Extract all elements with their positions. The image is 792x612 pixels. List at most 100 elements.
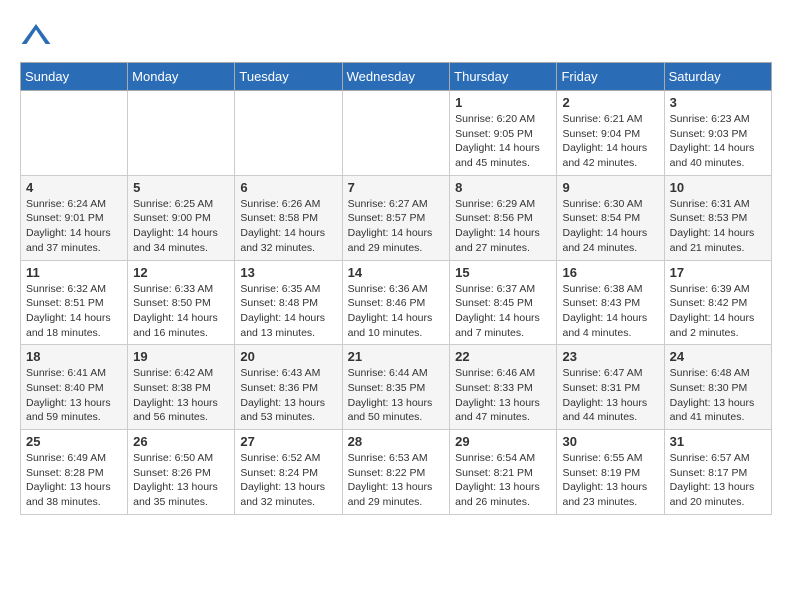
header-sunday: Sunday	[21, 63, 128, 91]
day-cell: 23Sunrise: 6:47 AM Sunset: 8:31 PM Dayli…	[557, 345, 664, 430]
day-cell: 31 Sunrise: 6:57 AM Sunset: 8:17 PM Dayli…	[664, 430, 771, 515]
day-cell: 26 Sunrise: 6:50 AM Sunset: 8:26 PM Dayli…	[128, 430, 235, 515]
day-number: 3	[670, 95, 766, 110]
day-number: 22	[455, 349, 551, 364]
day-info: Sunrise: 6:24 AM Sunset: 9:01 PM Dayligh…	[26, 197, 122, 256]
day-info: Sunrise: 6:49 AM Sunset: 8:28 PM Dayligh…	[26, 451, 122, 510]
day-cell: 14Sunrise: 6:36 AM Sunset: 8:46 PM Dayli…	[342, 260, 450, 345]
day-cell: 12 Sunrise: 6:33 AM Sunset: 8:50 PM Dayli…	[128, 260, 235, 345]
day-number: 9	[562, 180, 658, 195]
day-cell	[128, 91, 235, 176]
day-info: Sunrise: 6:57 AM Sunset: 8:17 PM Dayligh…	[670, 451, 766, 510]
logo	[20, 20, 56, 52]
day-cell: 5 Sunrise: 6:25 AM Sunset: 9:00 PM Daylig…	[128, 175, 235, 260]
day-info: Sunrise: 6:25 AM Sunset: 9:00 PM Dayligh…	[133, 197, 229, 256]
day-cell: 29Sunrise: 6:54 AM Sunset: 8:21 PM Dayli…	[450, 430, 557, 515]
day-number: 24	[670, 349, 766, 364]
calendar-header-row: SundayMondayTuesdayWednesdayThursdayFrid…	[21, 63, 772, 91]
day-info: Sunrise: 6:48 AM Sunset: 8:30 PM Dayligh…	[670, 366, 766, 425]
day-number: 26	[133, 434, 229, 449]
day-cell	[342, 91, 450, 176]
day-info: Sunrise: 6:39 AM Sunset: 8:42 PM Dayligh…	[670, 282, 766, 341]
day-cell: 17 Sunrise: 6:39 AM Sunset: 8:42 PM Dayli…	[664, 260, 771, 345]
header-monday: Monday	[128, 63, 235, 91]
day-cell: 3 Sunrise: 6:23 AM Sunset: 9:03 PM Daylig…	[664, 91, 771, 176]
day-info: Sunrise: 6:26 AM Sunset: 8:58 PM Dayligh…	[240, 197, 336, 256]
header-tuesday: Tuesday	[235, 63, 342, 91]
day-info: Sunrise: 6:29 AM Sunset: 8:56 PM Dayligh…	[455, 197, 551, 256]
week-row-1: 1Sunrise: 6:20 AM Sunset: 9:05 PM Daylig…	[21, 91, 772, 176]
week-row-2: 4 Sunrise: 6:24 AM Sunset: 9:01 PM Daylig…	[21, 175, 772, 260]
day-info: Sunrise: 6:33 AM Sunset: 8:50 PM Dayligh…	[133, 282, 229, 341]
header-friday: Friday	[557, 63, 664, 91]
day-info: Sunrise: 6:42 AM Sunset: 8:38 PM Dayligh…	[133, 366, 229, 425]
day-cell: 25 Sunrise: 6:49 AM Sunset: 8:28 PM Dayli…	[21, 430, 128, 515]
day-info: Sunrise: 6:55 AM Sunset: 8:19 PM Dayligh…	[562, 451, 658, 510]
day-cell	[21, 91, 128, 176]
header-saturday: Saturday	[664, 63, 771, 91]
day-number: 11	[26, 265, 122, 280]
day-number: 25	[26, 434, 122, 449]
header-wednesday: Wednesday	[342, 63, 450, 91]
day-number: 27	[240, 434, 336, 449]
day-number: 30	[562, 434, 658, 449]
day-number: 12	[133, 265, 229, 280]
day-number: 18	[26, 349, 122, 364]
day-number: 17	[670, 265, 766, 280]
day-number: 6	[240, 180, 336, 195]
day-info: Sunrise: 6:52 AM Sunset: 8:24 PM Dayligh…	[240, 451, 336, 510]
day-number: 13	[240, 265, 336, 280]
day-cell: 13 Sunrise: 6:35 AM Sunset: 8:48 PM Dayli…	[235, 260, 342, 345]
day-cell: 18 Sunrise: 6:41 AM Sunset: 8:40 PM Dayli…	[21, 345, 128, 430]
day-info: Sunrise: 6:41 AM Sunset: 8:40 PM Dayligh…	[26, 366, 122, 425]
day-number: 31	[670, 434, 766, 449]
day-cell: 9 Sunrise: 6:30 AM Sunset: 8:54 PM Daylig…	[557, 175, 664, 260]
day-cell: 19 Sunrise: 6:42 AM Sunset: 8:38 PM Dayli…	[128, 345, 235, 430]
day-number: 7	[348, 180, 445, 195]
day-cell: 10Sunrise: 6:31 AM Sunset: 8:53 PM Dayli…	[664, 175, 771, 260]
day-info: Sunrise: 6:43 AM Sunset: 8:36 PM Dayligh…	[240, 366, 336, 425]
day-cell: 1Sunrise: 6:20 AM Sunset: 9:05 PM Daylig…	[450, 91, 557, 176]
day-cell: 15Sunrise: 6:37 AM Sunset: 8:45 PM Dayli…	[450, 260, 557, 345]
week-row-4: 18 Sunrise: 6:41 AM Sunset: 8:40 PM Dayli…	[21, 345, 772, 430]
logo-icon	[20, 20, 52, 52]
day-info: Sunrise: 6:35 AM Sunset: 8:48 PM Dayligh…	[240, 282, 336, 341]
day-info: Sunrise: 6:27 AM Sunset: 8:57 PM Dayligh…	[348, 197, 445, 256]
week-row-5: 25 Sunrise: 6:49 AM Sunset: 8:28 PM Dayli…	[21, 430, 772, 515]
day-cell: 28Sunrise: 6:53 AM Sunset: 8:22 PM Dayli…	[342, 430, 450, 515]
day-number: 19	[133, 349, 229, 364]
day-cell: 16 Sunrise: 6:38 AM Sunset: 8:43 PM Dayli…	[557, 260, 664, 345]
day-number: 14	[348, 265, 445, 280]
calendar-table: SundayMondayTuesdayWednesdayThursdayFrid…	[20, 62, 772, 515]
day-info: Sunrise: 6:23 AM Sunset: 9:03 PM Dayligh…	[670, 112, 766, 171]
day-info: Sunrise: 6:47 AM Sunset: 8:31 PM Dayligh…	[562, 366, 658, 425]
day-number: 5	[133, 180, 229, 195]
day-cell: 24 Sunrise: 6:48 AM Sunset: 8:30 PM Dayli…	[664, 345, 771, 430]
day-number: 4	[26, 180, 122, 195]
day-info: Sunrise: 6:53 AM Sunset: 8:22 PM Dayligh…	[348, 451, 445, 510]
day-cell: 22 Sunrise: 6:46 AM Sunset: 8:33 PM Dayli…	[450, 345, 557, 430]
header-thursday: Thursday	[450, 63, 557, 91]
day-info: Sunrise: 6:54 AM Sunset: 8:21 PM Dayligh…	[455, 451, 551, 510]
day-number: 8	[455, 180, 551, 195]
day-number: 16	[562, 265, 658, 280]
day-number: 15	[455, 265, 551, 280]
day-info: Sunrise: 6:30 AM Sunset: 8:54 PM Dayligh…	[562, 197, 658, 256]
day-cell: 4 Sunrise: 6:24 AM Sunset: 9:01 PM Daylig…	[21, 175, 128, 260]
day-cell: 21Sunrise: 6:44 AM Sunset: 8:35 PM Dayli…	[342, 345, 450, 430]
day-number: 21	[348, 349, 445, 364]
day-info: Sunrise: 6:50 AM Sunset: 8:26 PM Dayligh…	[133, 451, 229, 510]
day-number: 2	[562, 95, 658, 110]
day-number: 1	[455, 95, 551, 110]
day-cell: 20Sunrise: 6:43 AM Sunset: 8:36 PM Dayli…	[235, 345, 342, 430]
day-number: 10	[670, 180, 766, 195]
page-header	[20, 20, 772, 52]
day-cell	[235, 91, 342, 176]
day-cell: 30 Sunrise: 6:55 AM Sunset: 8:19 PM Dayli…	[557, 430, 664, 515]
week-row-3: 11Sunrise: 6:32 AM Sunset: 8:51 PM Dayli…	[21, 260, 772, 345]
day-info: Sunrise: 6:46 AM Sunset: 8:33 PM Dayligh…	[455, 366, 551, 425]
day-cell: 27 Sunrise: 6:52 AM Sunset: 8:24 PM Dayli…	[235, 430, 342, 515]
day-info: Sunrise: 6:38 AM Sunset: 8:43 PM Dayligh…	[562, 282, 658, 341]
day-info: Sunrise: 6:21 AM Sunset: 9:04 PM Dayligh…	[562, 112, 658, 171]
day-cell: 8 Sunrise: 6:29 AM Sunset: 8:56 PM Daylig…	[450, 175, 557, 260]
